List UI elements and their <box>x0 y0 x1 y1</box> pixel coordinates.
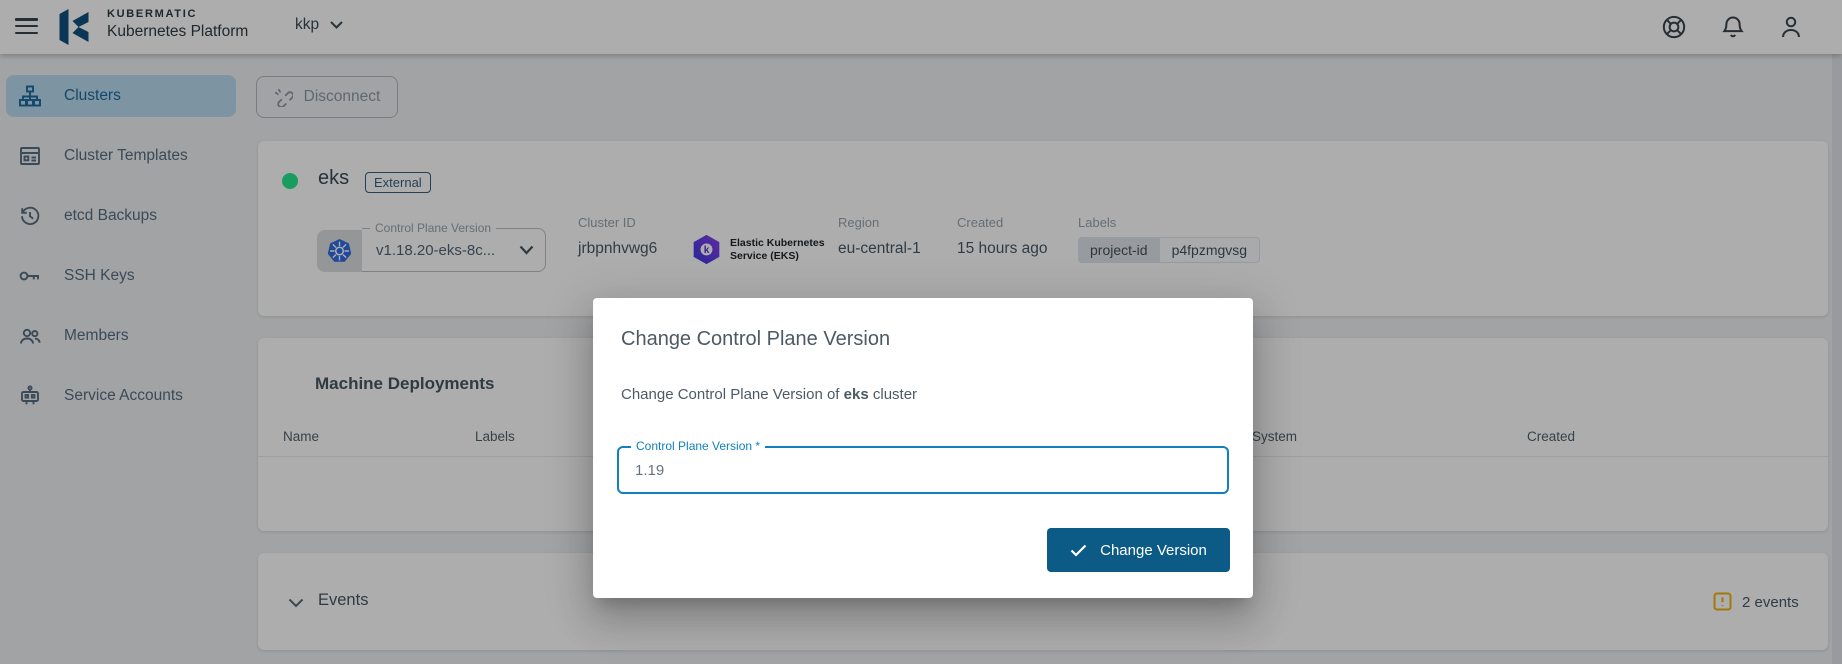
dialog-subtitle-cluster-name: eks <box>844 386 869 403</box>
control-plane-version-field: Control Plane Version * <box>617 446 1229 494</box>
change-version-dialog: Change Control Plane Version Change Cont… <box>593 298 1253 598</box>
app-root: KUBERMATIC Kubernetes Platform kkp Clust… <box>0 0 1842 664</box>
change-version-button-label: Change Version <box>1100 542 1207 559</box>
dialog-subtitle-prefix: Change Control Plane Version of <box>621 386 844 403</box>
dialog-title: Change Control Plane Version <box>621 328 890 351</box>
check-icon <box>1070 544 1087 557</box>
change-version-button[interactable]: Change Version <box>1047 528 1230 572</box>
dialog-subtitle: Change Control Plane Version of eks clus… <box>621 386 917 403</box>
dialog-subtitle-suffix: cluster <box>869 386 917 403</box>
control-plane-version-input[interactable] <box>633 451 1215 489</box>
